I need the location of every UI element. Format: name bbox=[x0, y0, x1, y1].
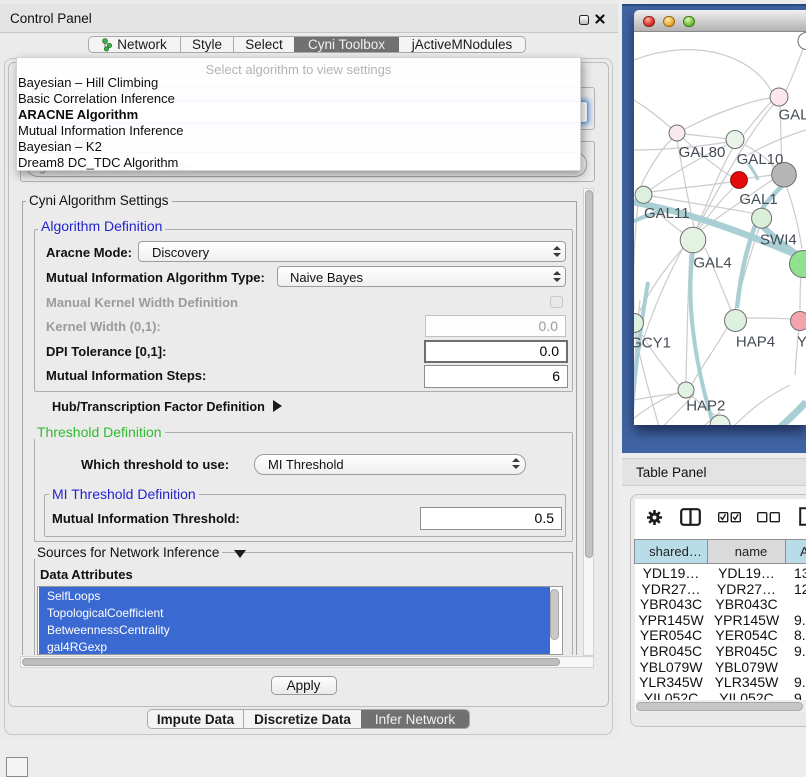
svg-text:YM: YM bbox=[797, 334, 806, 351]
svg-text:GAL7: GAL7 bbox=[779, 107, 806, 124]
svg-text:HAP4: HAP4 bbox=[736, 334, 775, 351]
svg-text:SWI4: SWI4 bbox=[760, 232, 797, 249]
svg-text:GAL10: GAL10 bbox=[737, 151, 784, 168]
svg-text:GAL11: GAL11 bbox=[644, 205, 690, 222]
svg-text:GAL80: GAL80 bbox=[679, 144, 726, 161]
svg-text:GAL4: GAL4 bbox=[693, 255, 731, 272]
svg-text:HAP2: HAP2 bbox=[686, 398, 725, 415]
svg-text:GAL1: GAL1 bbox=[739, 191, 777, 208]
svg-text:GCY1: GCY1 bbox=[634, 335, 671, 352]
